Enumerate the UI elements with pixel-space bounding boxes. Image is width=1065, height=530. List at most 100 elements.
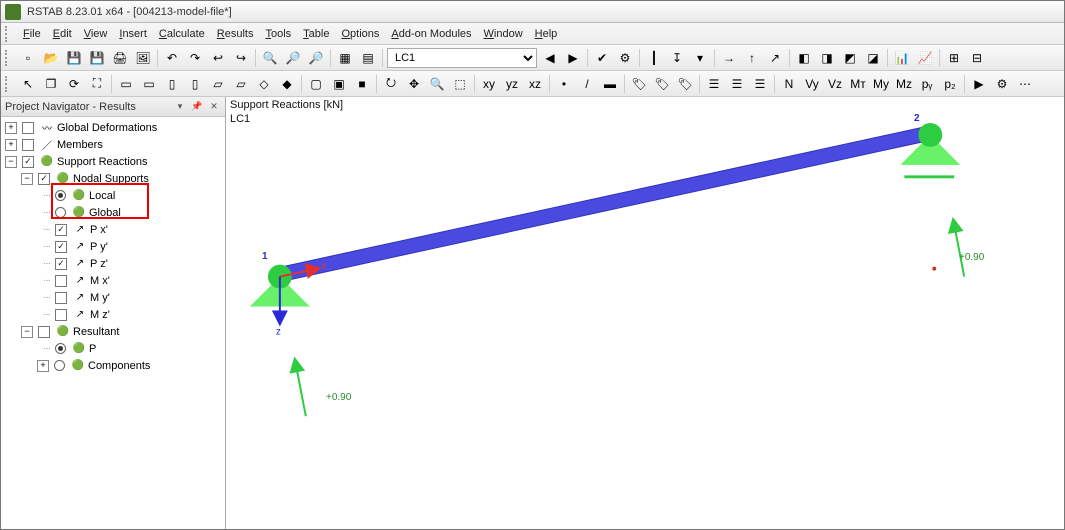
checkbox[interactable] (38, 326, 50, 338)
tb-top[interactable]: ▱ (207, 73, 229, 95)
tb-res-d[interactable]: ◪ (862, 47, 884, 69)
tb-refresh[interactable]: ⟳ (63, 73, 85, 95)
tb-chart[interactable]: 📊 (891, 47, 913, 69)
checkbox[interactable] (55, 292, 67, 304)
tb-nav-next[interactable]: ▶ (562, 47, 584, 69)
tb-redo[interactable]: ↪ (230, 47, 252, 69)
checkbox[interactable] (22, 139, 34, 151)
tb-line[interactable]: / (576, 73, 598, 95)
tb-Mt[interactable]: Mᴛ (847, 73, 869, 95)
tb-new-doc[interactable]: ▫ (17, 47, 39, 69)
tb-tag1[interactable]: 🏷 (628, 73, 650, 95)
toolbar-handle[interactable] (5, 50, 11, 66)
tree-row-support-reactions[interactable]: − 🟢 Support Reactions (1, 153, 225, 170)
radio-components[interactable] (54, 360, 65, 371)
checkbox[interactable] (55, 241, 67, 253)
menu-view[interactable]: View (78, 26, 114, 42)
radio-local[interactable] (55, 190, 66, 201)
menu-help[interactable]: Help (529, 26, 564, 42)
tree-row-pz[interactable]: ··· ↗ P z' (1, 255, 225, 272)
close-icon[interactable]: ✕ (207, 100, 221, 114)
tb-Mz[interactable]: Mz (893, 73, 915, 95)
menu-results[interactable]: Results (211, 26, 260, 42)
checkbox[interactable] (55, 258, 67, 270)
menu-insert[interactable]: Insert (113, 26, 153, 42)
tb-back[interactable]: ▭ (138, 73, 160, 95)
tb-py[interactable]: pᵧ (916, 73, 938, 95)
radio-global[interactable] (55, 207, 66, 218)
tb-zoom[interactable]: 🔍 (426, 73, 448, 95)
tb-graph[interactable]: 📈 (914, 47, 936, 69)
pin-icon[interactable]: 📌 (190, 100, 204, 114)
tb-rx[interactable]: → (718, 47, 740, 69)
tree-row-mz[interactable]: ··· ↗ M z' (1, 306, 225, 323)
tb-shade[interactable]: ■ (351, 73, 373, 95)
collapse-icon[interactable]: − (5, 156, 17, 168)
tree-row-mx[interactable]: ··· ↗ M x' (1, 272, 225, 289)
tb-anim[interactable]: ▶ (968, 73, 990, 95)
tb-filter[interactable]: ▾ (689, 47, 711, 69)
navigator-menu-icon[interactable]: ▾ (173, 100, 187, 114)
collapse-icon[interactable]: − (21, 173, 33, 185)
menu-file[interactable]: File (17, 26, 47, 42)
menu-table[interactable]: Table (297, 26, 335, 42)
tb-res-b[interactable]: ◨ (816, 47, 838, 69)
tb-more[interactable]: ⋯ (1014, 73, 1036, 95)
toolbar-handle-2[interactable] (5, 76, 11, 92)
expand-icon[interactable]: + (37, 360, 49, 372)
radio-p[interactable] (55, 343, 66, 354)
tree-row-px[interactable]: ··· ↗ P x' (1, 221, 225, 238)
tb-xy[interactable]: xy (478, 73, 500, 95)
tb-member-loads[interactable]: ↧ (666, 47, 688, 69)
menu-options[interactable]: Options (335, 26, 385, 42)
tb-check[interactable]: ✔ (591, 47, 613, 69)
tb-ry[interactable]: ↑ (741, 47, 763, 69)
checkbox[interactable] (22, 156, 34, 168)
tb-grp2[interactable]: ☰ (726, 73, 748, 95)
tb-find[interactable]: 🔎 (282, 47, 304, 69)
tb-cfg[interactable]: ⚙ (614, 47, 636, 69)
menu-tools[interactable]: Tools (259, 26, 297, 42)
tree-row-local[interactable]: ··· 🟢 Local (1, 187, 225, 204)
tree-row-global-deformations[interactable]: + 〰 Global Deformations (1, 119, 225, 136)
expand-icon[interactable]: + (5, 139, 17, 151)
tb-print[interactable]: 🖨 (109, 47, 131, 69)
checkbox[interactable] (55, 275, 67, 287)
tb-pz[interactable]: p₂ (939, 73, 961, 95)
tb-left[interactable]: ▯ (161, 73, 183, 95)
tb-orbit[interactable]: ⭮ (380, 73, 402, 95)
menu-handle[interactable] (5, 26, 11, 42)
tree-row-py[interactable]: ··· ↗ P y' (1, 238, 225, 255)
expand-icon[interactable]: + (5, 122, 17, 134)
tb-Vz[interactable]: Vz (824, 73, 846, 95)
tb-Vy[interactable]: Vy (801, 73, 823, 95)
tb-member-forces[interactable]: ┃ (643, 47, 665, 69)
tb-tool-b[interactable]: ⊟ (966, 47, 988, 69)
tree-row-my[interactable]: ··· ↗ M y' (1, 289, 225, 306)
tb-zoom-win[interactable]: ⬚ (449, 73, 471, 95)
tb-pan[interactable]: ✥ (403, 73, 425, 95)
tb-rz[interactable]: ↗ (764, 47, 786, 69)
tb-My[interactable]: My (870, 73, 892, 95)
tb-open[interactable]: 📂 (40, 47, 62, 69)
tb-grp3[interactable]: ☰ (749, 73, 771, 95)
tb-N[interactable]: N (778, 73, 800, 95)
tree-row-members[interactable]: + ／ Members (1, 136, 225, 153)
menu-window[interactable]: Window (478, 26, 529, 42)
tb-right[interactable]: ▯ (184, 73, 206, 95)
tb-yz[interactable]: yz (501, 73, 523, 95)
tb-node[interactable]: • (553, 73, 575, 95)
tb-opts[interactable]: ⚙ (991, 73, 1013, 95)
menu-add-on-modules[interactable]: Add-on Modules (385, 26, 477, 42)
checkbox[interactable] (22, 122, 34, 134)
tb-tool-a[interactable]: ⊞ (943, 47, 965, 69)
tb-hidden[interactable]: ▣ (328, 73, 350, 95)
tb-fit[interactable]: ⛶ (86, 73, 108, 95)
load-case-select[interactable]: LC1 (387, 48, 537, 68)
model-viewport[interactable]: Support Reactions [kN] LC1 1 2 (226, 97, 1064, 529)
tb-save[interactable]: 💾 (63, 47, 85, 69)
tb-zoom-extents[interactable]: 🔍 (259, 47, 281, 69)
tb-undo[interactable]: ↩ (207, 47, 229, 69)
tb-nav-prev[interactable]: ◀ (539, 47, 561, 69)
tb-iso2[interactable]: ◆ (276, 73, 298, 95)
